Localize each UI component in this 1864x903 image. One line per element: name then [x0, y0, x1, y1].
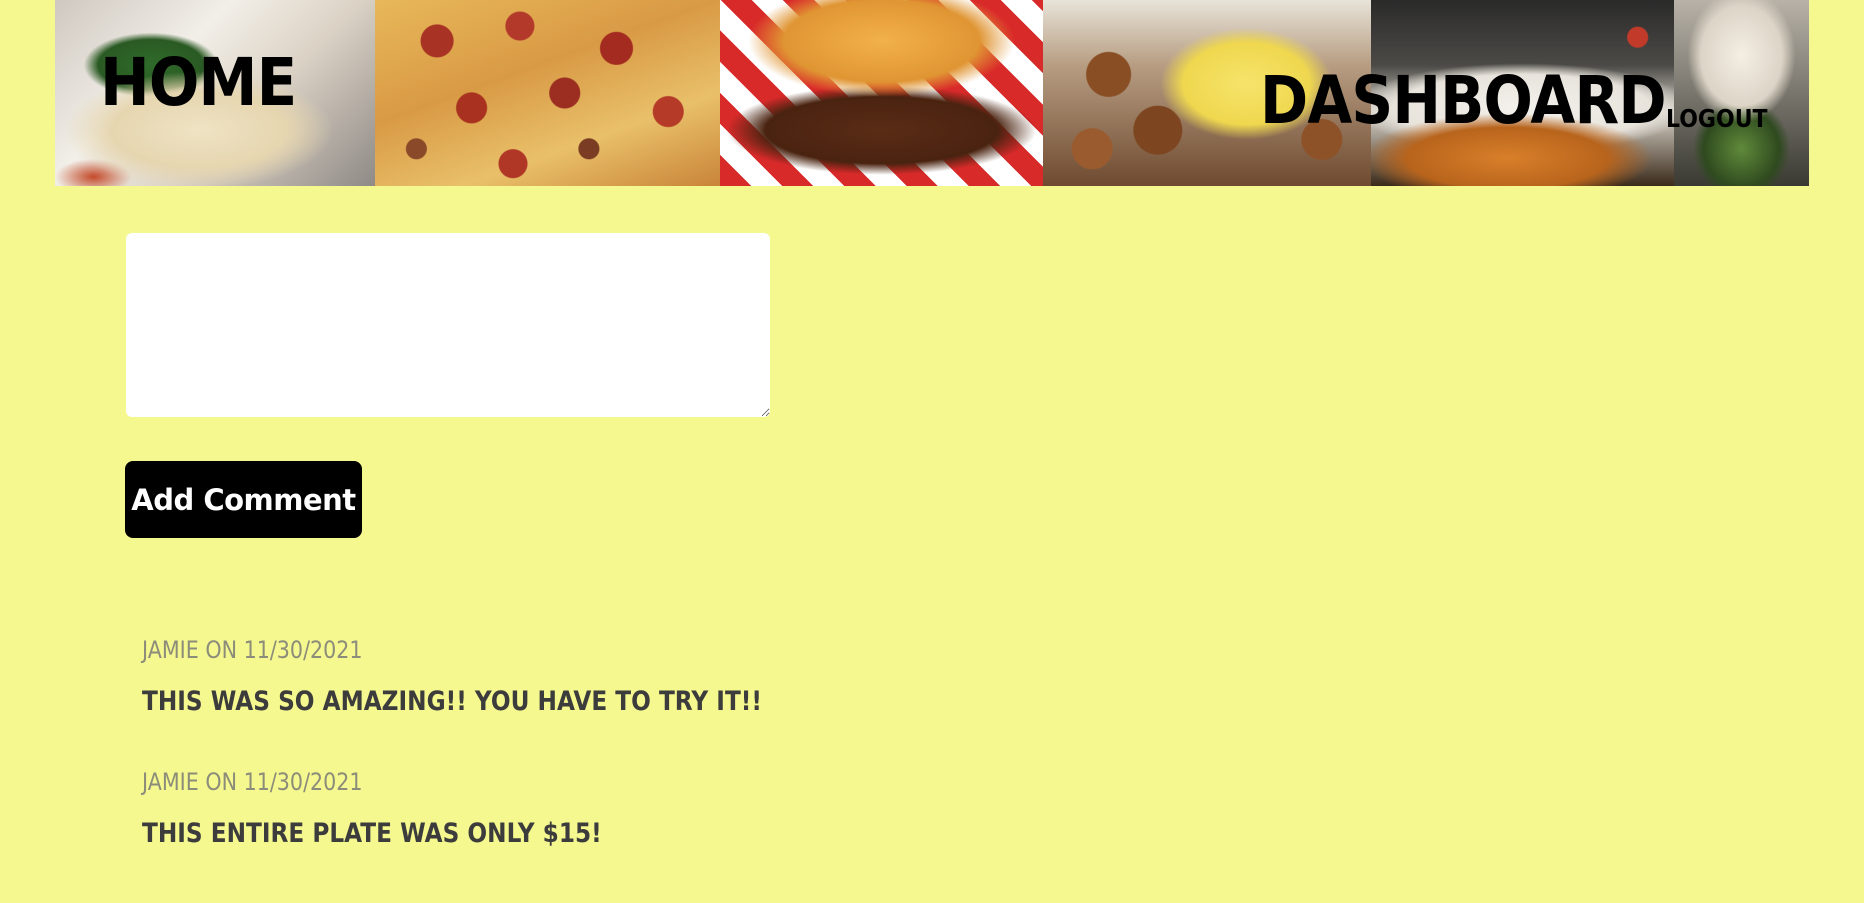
comment-list: JAMIE ON 11/30/2021 THIS WAS SO AMAZING!… — [142, 638, 1142, 902]
comment-text: THIS ENTIRE PLATE WAS ONLY $15! — [142, 818, 602, 849]
home-link[interactable]: HOME — [100, 50, 297, 116]
logout-link[interactable]: LOGOUT — [1666, 106, 1768, 131]
sushi-photo — [1674, 0, 1809, 186]
comment-meta: JAMIE ON 11/30/2021 — [142, 636, 363, 664]
comment-item: JAMIE ON 11/30/2021 THIS ENTIRE PLATE WA… — [142, 770, 1142, 847]
pizza-photo — [375, 0, 720, 186]
comment-input[interactable] — [126, 233, 770, 417]
burger-photo — [720, 0, 1043, 186]
comment-item: JAMIE ON 11/30/2021 THIS WAS SO AMAZING!… — [142, 638, 1142, 715]
dashboard-link[interactable]: DASHBOARD — [1260, 68, 1667, 134]
comment-meta: JAMIE ON 11/30/2021 — [142, 768, 363, 796]
add-comment-button[interactable]: Add Comment — [125, 461, 362, 538]
comment-text: THIS WAS SO AMAZING!! YOU HAVE TO TRY IT… — [142, 686, 762, 717]
